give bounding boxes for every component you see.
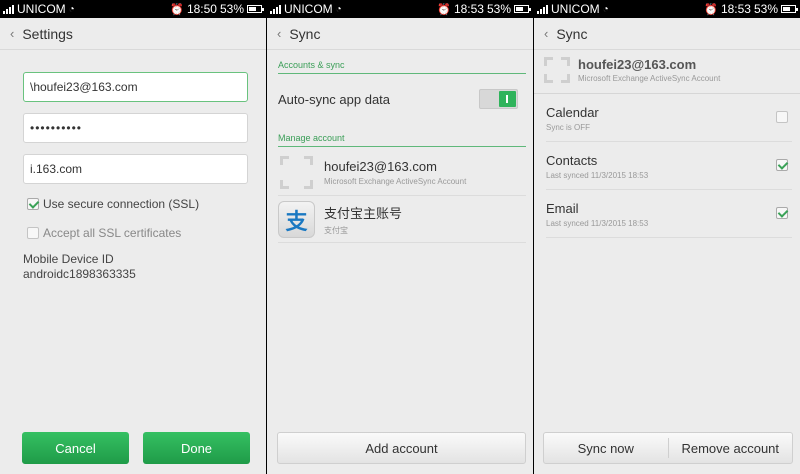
wifi-icon: ◔ xyxy=(602,3,609,15)
account-item-alipay[interactable]: 支 支付宝主账号 支付宝 xyxy=(278,197,526,243)
contacts-checkbox[interactable] xyxy=(776,159,788,171)
wifi-icon: ◔ xyxy=(335,3,342,15)
signal-icon xyxy=(3,4,14,14)
battery-icon xyxy=(781,5,798,13)
alarm-icon: ⏰ xyxy=(437,3,451,16)
ssl-checkbox[interactable] xyxy=(27,198,39,210)
remove-account-button[interactable]: Remove account xyxy=(669,433,793,463)
section-header-accounts-sync: Accounts & sync xyxy=(278,60,526,74)
page-title: Settings xyxy=(22,25,73,42)
password-field[interactable]: •••••••••• xyxy=(23,113,248,143)
sync-item-contacts[interactable]: Contacts Last synced 11/3/2015 18:53 xyxy=(546,142,792,190)
account-type: Microsoft Exchange ActiveSync Account xyxy=(578,74,721,83)
account-type: Microsoft Exchange ActiveSync Account xyxy=(324,177,467,186)
back-icon[interactable]: ‹ xyxy=(277,26,281,41)
section-header-manage-account: Manage account xyxy=(278,133,526,147)
exchange-placeholder-icon xyxy=(278,154,315,191)
carrier-label: UNICOM xyxy=(551,2,600,16)
sync-item-calendar[interactable]: Calendar Sync is OFF xyxy=(546,94,792,142)
signal-icon xyxy=(537,4,548,14)
status-bar: UNICOM ◔ ⏰ 18:53 53% xyxy=(267,0,533,18)
clock: 18:53 xyxy=(720,2,751,16)
title-bar: ‹ Sync xyxy=(534,18,800,50)
sync-item-status: Last synced 11/3/2015 18:53 xyxy=(546,171,649,180)
carrier-label: UNICOM xyxy=(17,2,66,16)
battery-percent: 53% xyxy=(219,2,244,16)
username-field[interactable]: \houfei23@163.com xyxy=(23,72,248,102)
account-type: 支付宝 xyxy=(324,226,348,235)
page-title: Sync xyxy=(556,25,588,42)
email-checkbox[interactable] xyxy=(776,207,788,219)
alarm-icon: ⏰ xyxy=(170,3,184,16)
wifi-icon: ◔ xyxy=(68,3,75,15)
sync-item-name: Contacts xyxy=(546,153,598,168)
toggle-knob xyxy=(499,91,516,107)
calendar-checkbox[interactable] xyxy=(776,111,788,123)
accept-certs-option[interactable]: Accept all SSL certificates xyxy=(27,226,181,240)
alipay-icon: 支 xyxy=(278,201,315,238)
sync-item-status: Sync is OFF xyxy=(546,123,591,132)
battery-percent: 53% xyxy=(486,2,511,16)
back-icon[interactable]: ‹ xyxy=(10,26,14,41)
account-name: houfei23@163.com xyxy=(578,57,697,72)
sync-item-name: Email xyxy=(546,201,579,216)
signal-icon xyxy=(270,4,281,14)
title-bar: ‹ Sync xyxy=(267,18,533,50)
clock: 18:50 xyxy=(186,2,217,16)
settings-screen: UNICOM ◔ ⏰ 18:50 53% ‹ Settings \houfei2… xyxy=(0,0,266,474)
accept-certs-checkbox[interactable] xyxy=(27,227,39,239)
server-field[interactable]: i.163.com xyxy=(23,154,248,184)
account-header: houfei23@163.com Microsoft Exchange Acti… xyxy=(542,53,797,87)
battery-icon xyxy=(247,5,264,13)
sync-item-status: Last synced 11/3/2015 18:53 xyxy=(546,219,649,228)
ssl-option[interactable]: Use secure connection (SSL) xyxy=(27,197,199,211)
sync-now-button[interactable]: Sync now xyxy=(544,433,668,463)
account-name: 支付宝主账号 xyxy=(324,206,403,221)
account-name: houfei23@163.com xyxy=(324,159,437,174)
exchange-placeholder-icon xyxy=(542,55,572,85)
account-sync-screen: UNICOM ◔ ⏰ 18:53 53% ‹ Sync houfei23@163… xyxy=(534,0,800,474)
autosync-toggle[interactable] xyxy=(479,89,518,109)
accept-certs-label: Accept all SSL certificates xyxy=(43,226,182,240)
carrier-label: UNICOM xyxy=(284,2,333,16)
sync-screen: UNICOM ◔ ⏰ 18:53 53% ‹ Sync Accounts & s… xyxy=(267,0,533,474)
sync-item-name: Calendar xyxy=(546,105,599,120)
device-id-value: androidc1898363335 xyxy=(23,267,136,281)
autosync-label: Auto-sync app data xyxy=(278,92,391,107)
done-button[interactable]: Done xyxy=(143,432,250,464)
clock: 18:53 xyxy=(453,2,484,16)
status-bar: UNICOM ◔ ⏰ 18:53 53% xyxy=(534,0,800,18)
device-info: Mobile Device ID androidc1898363335 xyxy=(23,252,136,282)
alarm-icon: ⏰ xyxy=(704,3,718,16)
cancel-button[interactable]: Cancel xyxy=(22,432,129,464)
add-account-button[interactable]: Add account xyxy=(277,432,526,464)
back-icon[interactable]: ‹ xyxy=(544,26,548,41)
page-title: Sync xyxy=(289,25,321,42)
title-bar: ‹ Settings xyxy=(0,18,266,50)
battery-percent: 53% xyxy=(753,2,778,16)
sync-item-email[interactable]: Email Last synced 11/3/2015 18:53 xyxy=(546,190,792,238)
ssl-label: Use secure connection (SSL) xyxy=(43,197,200,211)
battery-icon xyxy=(514,5,531,13)
action-bar: Sync now Remove account xyxy=(543,432,793,464)
status-bar: UNICOM ◔ ⏰ 18:50 53% xyxy=(0,0,266,18)
account-item-exchange[interactable]: houfei23@163.com Microsoft Exchange Acti… xyxy=(278,150,526,196)
device-id-label: Mobile Device ID xyxy=(23,252,114,266)
